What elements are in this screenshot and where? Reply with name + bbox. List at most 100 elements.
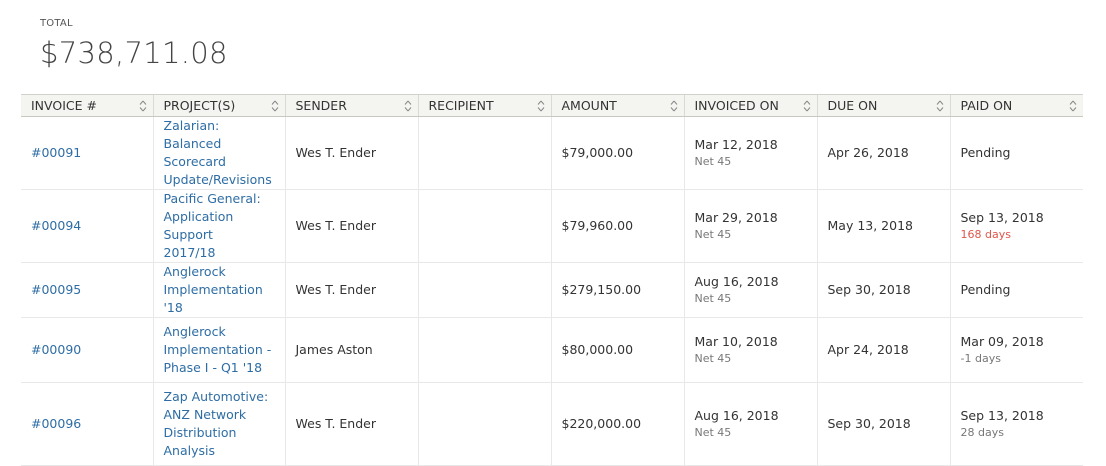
invoice-link[interactable]: #00091 (31, 145, 81, 160)
invoiced-on-cell: Mar 29, 2018 Net 45 (683, 189, 817, 263)
sort-updown-icon[interactable] (670, 100, 678, 112)
project-line: Pacific General: (163, 191, 261, 206)
project-line: Anglerock (163, 264, 226, 279)
table-row: #00090 Anglerock Implementation - Phase I -… (21, 317, 1083, 383)
invoice-link[interactable]: #00095 (31, 282, 81, 297)
invoice-cell: #00095 (21, 262, 153, 318)
invoice-table: INVOICE # PROJECT(S) SENDER RECIPIENT AM… (21, 94, 1083, 466)
payment-terms: Net 45 (694, 352, 732, 365)
project-line: Distribution (163, 425, 237, 440)
amount-cell: $79,000.00 (550, 116, 684, 190)
column-header-due-on[interactable]: DUE ON (816, 94, 950, 117)
sender-cell: James Aston (284, 317, 418, 383)
project-cell: Zap Automotive: ANZ Network Distribution An… (152, 382, 285, 466)
project-line: Update/Revisions (163, 172, 272, 187)
sort-updown-icon[interactable] (271, 100, 279, 112)
amount-cell: $279,150.00 (550, 262, 684, 318)
invoice-link[interactable]: #00090 (31, 342, 81, 357)
paid-date: Sep 13, 2018 (960, 408, 1044, 423)
paid-on-cell: Pending (949, 116, 1083, 190)
invoice-link[interactable]: #00096 (31, 416, 81, 431)
total-label: TOTAL (40, 18, 73, 29)
column-header-paid-on[interactable]: PAID ON (949, 94, 1083, 117)
recipient-cell (417, 382, 551, 466)
invoice-cell: #00096 (21, 382, 153, 466)
sender-cell: Wes T. Ender (284, 189, 418, 263)
paid-on-cell: Sep 13, 2018 28 days (949, 382, 1083, 466)
column-header-invoice[interactable]: INVOICE # (21, 94, 153, 117)
recipient-cell (417, 116, 551, 190)
project-cell: Pacific General: Application Support 2017/… (152, 189, 285, 263)
invoiced-date: Aug 16, 2018 (694, 408, 779, 423)
column-header-sender[interactable]: SENDER (284, 94, 418, 117)
invoice-cell: #00094 (21, 189, 153, 263)
project-line: Scorecard (163, 154, 226, 169)
table-row: #00095 Anglerock Implementation '18 Wes T. … (21, 262, 1083, 318)
amount-cell: $220,000.00 (550, 382, 684, 466)
paid-date: Pending (960, 145, 1011, 160)
sender-cell: Wes T. Ender (284, 262, 418, 318)
project-line: Zalarian: Balanced (163, 118, 222, 151)
invoiced-date: Mar 10, 2018 (694, 334, 778, 349)
due-on-cell: Sep 30, 2018 (816, 382, 950, 466)
sort-updown-icon[interactable] (537, 100, 545, 112)
paid-duration: 168 days (960, 228, 1011, 241)
payment-terms: Net 45 (694, 426, 732, 439)
amount-cell: $80,000.00 (550, 317, 684, 383)
project-cell: Anglerock Implementation '18 (152, 262, 285, 318)
project-line: ANZ Network (163, 407, 247, 422)
sort-updown-icon[interactable] (936, 100, 944, 112)
sort-updown-icon[interactable] (803, 100, 811, 112)
payment-terms: Net 45 (694, 292, 732, 305)
column-header-amount[interactable]: AMOUNT (550, 94, 684, 117)
recipient-cell (417, 317, 551, 383)
payment-terms: Net 45 (694, 228, 732, 241)
paid-on-cell: Mar 09, 2018 -1 days (949, 317, 1083, 383)
due-on-cell: May 13, 2018 (816, 189, 950, 263)
project-line: Phase I - Q1 '18 (163, 360, 263, 375)
due-on-cell: Apr 26, 2018 (816, 116, 950, 190)
project-link[interactable]: Pacific General: Application Support 2017/… (164, 190, 275, 262)
paid-date: Mar 09, 2018 (960, 334, 1044, 349)
project-link[interactable]: Zalarian: Balanced Scorecard Update/Revisi… (164, 117, 275, 189)
project-line: Zap Automotive: (163, 389, 269, 404)
invoiced-on-cell: Mar 10, 2018 Net 45 (683, 317, 817, 383)
project-link[interactable]: Anglerock Implementation - Phase I - Q1 '1… (164, 323, 275, 377)
invoice-cell: #00090 (21, 317, 153, 383)
project-line: Implementation - (163, 342, 272, 357)
project-cell: Zalarian: Balanced Scorecard Update/Revisi… (152, 116, 285, 190)
total-value: $738,711.08 (40, 36, 228, 70)
sender-cell: Wes T. Ender (284, 116, 418, 190)
sort-updown-icon[interactable] (1069, 100, 1077, 112)
paid-on-cell: Sep 13, 2018 168 days (949, 189, 1083, 263)
invoiced-date: Mar 12, 2018 (694, 137, 778, 152)
column-header-projects[interactable]: PROJECT(S) (152, 94, 285, 117)
paid-date: Sep 13, 2018 (960, 210, 1044, 225)
invoice-link[interactable]: #00094 (31, 218, 81, 233)
invoiced-date: Mar 29, 2018 (694, 210, 778, 225)
project-line: 2017/18 (163, 245, 216, 260)
sort-updown-icon[interactable] (139, 100, 147, 112)
project-link[interactable]: Zap Automotive: ANZ Network Distribution An… (164, 388, 275, 460)
project-link[interactable]: Anglerock Implementation '18 (164, 263, 275, 317)
recipient-cell (417, 189, 551, 263)
invoiced-on-cell: Aug 16, 2018 Net 45 (683, 382, 817, 466)
paid-on-cell: Pending (949, 262, 1083, 318)
table-row: #00096 Zap Automotive: ANZ Network Distribu… (21, 382, 1083, 466)
amount-cell: $79,960.00 (550, 189, 684, 263)
due-on-cell: Sep 30, 2018 (816, 262, 950, 318)
recipient-cell (417, 262, 551, 318)
invoiced-on-cell: Aug 16, 2018 Net 45 (683, 262, 817, 318)
project-line: Analysis (163, 443, 216, 458)
project-line: Anglerock (163, 324, 226, 339)
invoiced-date: Aug 16, 2018 (694, 274, 779, 289)
invoiced-on-cell: Mar 12, 2018 Net 45 (683, 116, 817, 190)
table-header-row: INVOICE # PROJECT(S) SENDER RECIPIENT AM… (21, 94, 1083, 117)
project-line: Application Support (163, 209, 234, 242)
column-header-recipient[interactable]: RECIPIENT (417, 94, 551, 117)
table-row: #00094 Pacific General: Application Suppor… (21, 189, 1083, 263)
column-header-invoiced-on[interactable]: INVOICED ON (683, 94, 817, 117)
paid-duration: 28 days (960, 426, 1004, 439)
project-line: Implementation '18 (163, 282, 263, 315)
sort-updown-icon[interactable] (404, 100, 412, 112)
